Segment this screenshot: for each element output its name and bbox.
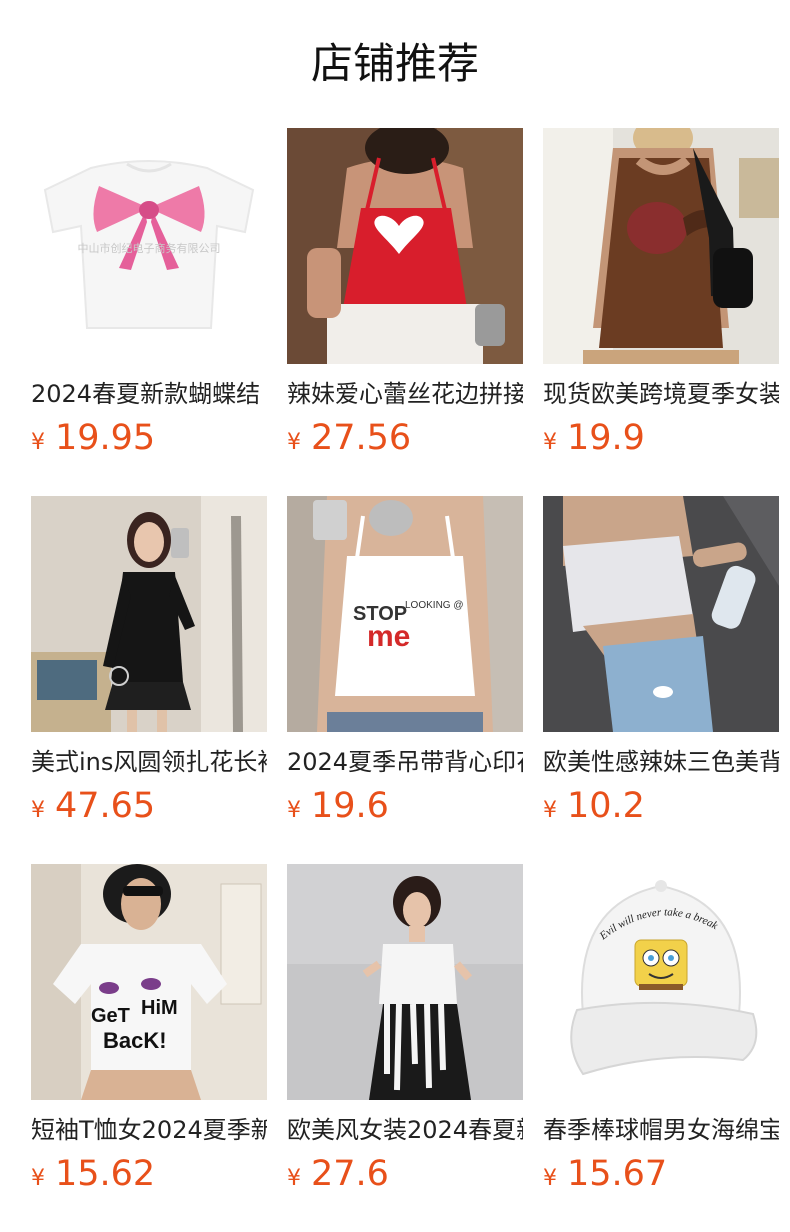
price-amount: 27.6 [311, 1154, 389, 1194]
currency-symbol: ¥ [543, 1166, 557, 1191]
product-price: ¥47.65 [31, 784, 267, 828]
svg-text:GeT: GeT [91, 1005, 130, 1027]
product-price: ¥10.2 [543, 784, 779, 828]
currency-symbol: ¥ [287, 798, 301, 823]
product-image[interactable] [543, 496, 779, 732]
product-price: ¥15.62 [31, 1152, 267, 1196]
svg-text:HiM: HiM [141, 997, 178, 1019]
product-image[interactable]: GeT HiM BacK! [31, 864, 267, 1100]
product-card[interactable]: 现货欧美跨境夏季女装 ¥19.9 [543, 128, 779, 460]
product-price: ¥27.6 [287, 1152, 523, 1196]
product-name[interactable]: 欧美性感辣妹三色美背 [543, 744, 779, 780]
product-image[interactable] [287, 864, 523, 1100]
product-name[interactable]: 短袖T恤女2024夏季新款 [31, 1112, 267, 1148]
product-card[interactable]: 美式ins风圆领扎花长袖 ¥47.65 [31, 496, 267, 828]
product-card[interactable]: 中山市创纪电子商务有限公司 2024春夏新款蝴蝶结 ¥19.95 [31, 128, 267, 460]
product-card[interactable]: 辣妹爱心蕾丝花边拼接 ¥27.56 [287, 128, 523, 460]
product-card[interactable]: 欧美性感辣妹三色美背 ¥10.2 [543, 496, 779, 828]
product-price: ¥15.67 [543, 1152, 779, 1196]
svg-text:BacK!: BacK! [103, 1028, 167, 1053]
product-image[interactable] [31, 496, 267, 732]
product-price: ¥19.9 [543, 416, 779, 460]
product-name[interactable]: 现货欧美跨境夏季女装 [543, 376, 779, 412]
product-name[interactable]: 欧美风女装2024春夏新款 [287, 1112, 523, 1148]
watermark-text: 中山市创纪电子商务有限公司 [78, 241, 221, 255]
currency-symbol: ¥ [31, 798, 45, 823]
product-name[interactable]: 2024春夏新款蝴蝶结 [31, 376, 267, 412]
product-card[interactable]: 欧美风女装2024春夏新款 ¥27.6 [287, 864, 523, 1196]
product-image[interactable]: 中山市创纪电子商务有限公司 [31, 128, 267, 364]
product-name[interactable]: 春季棒球帽男女海绵宝宝 [543, 1112, 779, 1148]
product-card[interactable]: GeT HiM BacK! 短袖T恤女2024夏季新款 ¥15.62 [31, 864, 267, 1196]
svg-text:LOOKING @: LOOKING @ [405, 600, 464, 611]
price-amount: 19.95 [55, 418, 156, 458]
product-name[interactable]: 美式ins风圆领扎花长袖 [31, 744, 267, 780]
product-image[interactable]: Evil will never take a break [543, 864, 779, 1100]
currency-symbol: ¥ [31, 430, 45, 455]
page-title: 店铺推荐 [310, 39, 479, 88]
product-image[interactable] [287, 128, 523, 364]
price-amount: 15.67 [567, 1154, 668, 1194]
price-amount: 27.56 [311, 418, 412, 458]
price-amount: 47.65 [55, 786, 156, 826]
currency-symbol: ¥ [543, 798, 557, 823]
product-image[interactable]: STOP LOOKING @ me [287, 496, 523, 732]
price-amount: 15.62 [55, 1154, 156, 1194]
price-amount: 19.9 [567, 418, 645, 458]
svg-text:me: me [367, 620, 410, 653]
currency-symbol: ¥ [287, 430, 301, 455]
product-image[interactable] [543, 128, 779, 364]
product-card[interactable]: STOP LOOKING @ me 2024夏季吊带背心印花 ¥19.6 [287, 496, 523, 828]
product-price: ¥19.6 [287, 784, 523, 828]
currency-symbol: ¥ [543, 430, 557, 455]
currency-symbol: ¥ [287, 1166, 301, 1191]
product-price: ¥27.56 [287, 416, 523, 460]
product-price: ¥19.95 [31, 416, 267, 460]
price-amount: 10.2 [567, 786, 645, 826]
product-name[interactable]: 辣妹爱心蕾丝花边拼接 [287, 376, 523, 412]
product-name[interactable]: 2024夏季吊带背心印花 [287, 744, 523, 780]
currency-symbol: ¥ [31, 1166, 45, 1191]
product-card[interactable]: Evil will never take a break 春季棒球帽男女海绵宝宝… [543, 864, 779, 1196]
price-amount: 19.6 [311, 786, 389, 826]
